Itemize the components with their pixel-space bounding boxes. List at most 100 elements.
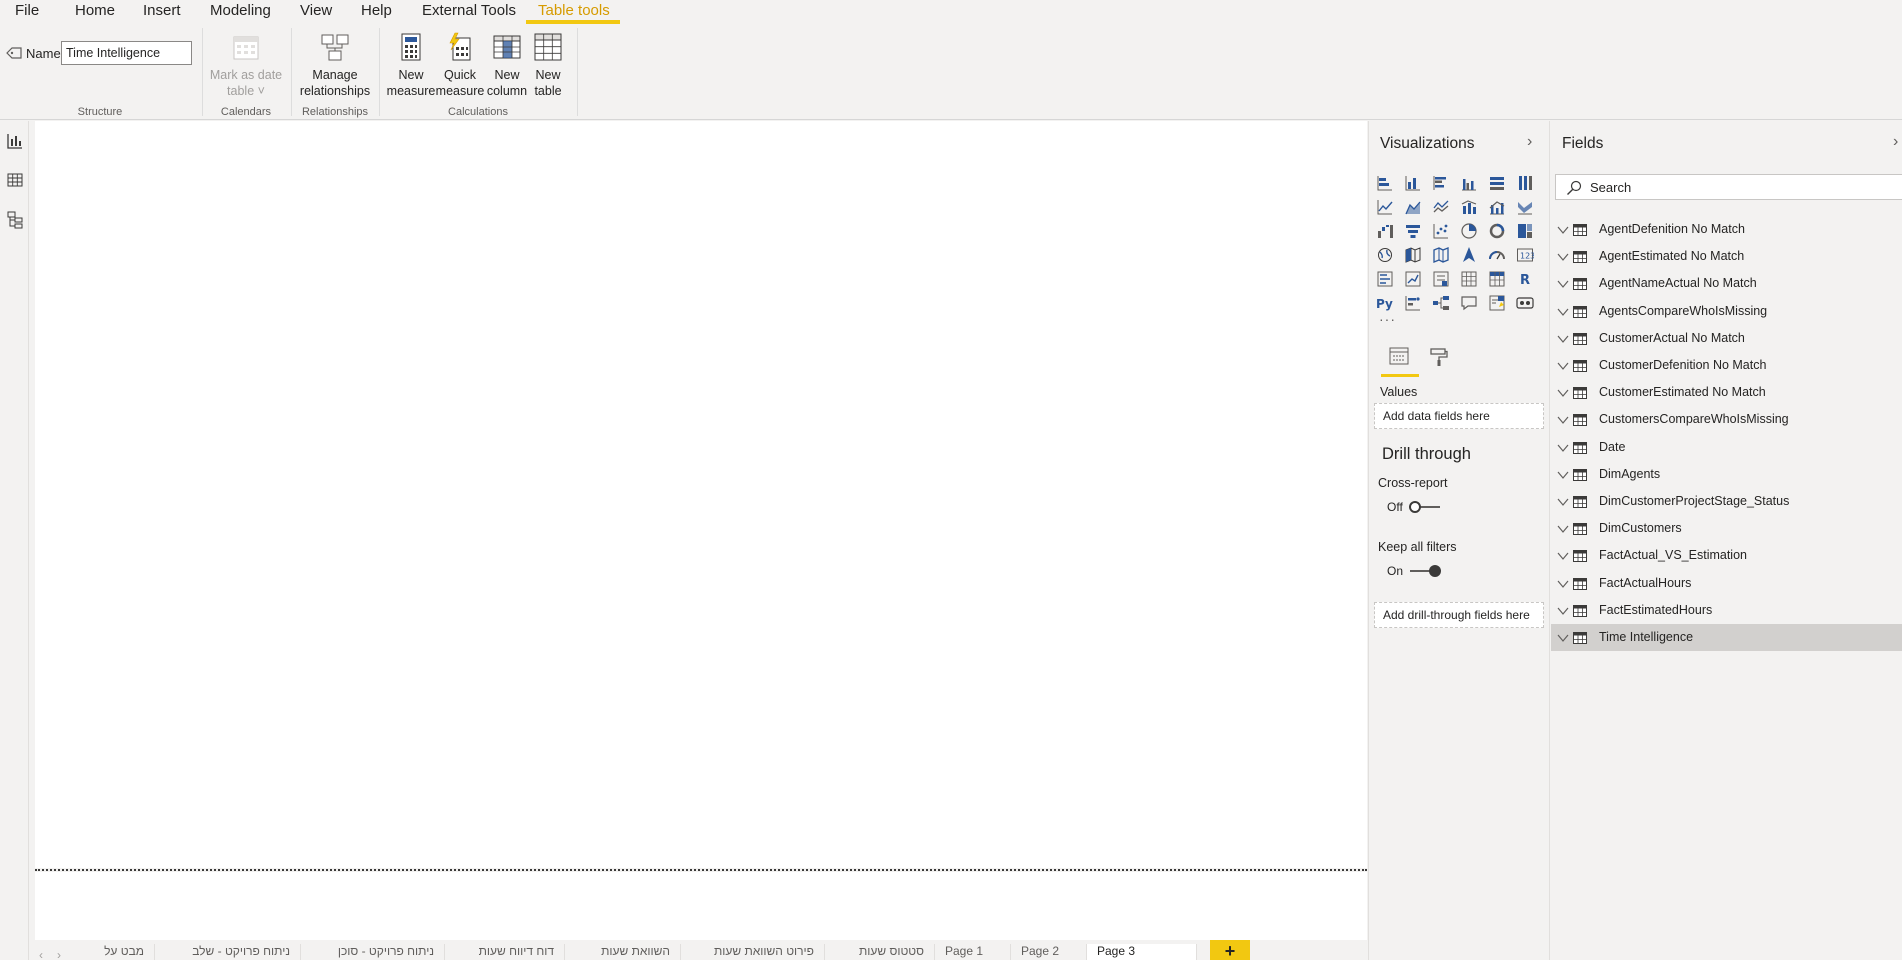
waterfall-chart-icon[interactable] bbox=[1376, 222, 1394, 240]
field-table-row[interactable]: AgentDefenition No Match bbox=[1551, 216, 1902, 243]
field-table-row[interactable]: FactActualHours bbox=[1551, 570, 1902, 597]
treemap-icon[interactable] bbox=[1516, 222, 1534, 240]
chevron-down-icon[interactable] bbox=[1557, 522, 1569, 537]
field-table-row[interactable]: AgentEstimated No Match bbox=[1551, 243, 1902, 270]
field-table-row[interactable]: Time Intelligence bbox=[1551, 624, 1902, 651]
quick-measure-button[interactable]: Quick measure bbox=[434, 32, 486, 99]
stacked-bar-chart-icon[interactable] bbox=[1376, 174, 1394, 192]
python-visual-icon[interactable]: Py bbox=[1376, 294, 1394, 312]
chevron-left-icon[interactable]: ‹ bbox=[39, 948, 43, 960]
chevron-down-icon[interactable] bbox=[1557, 277, 1569, 292]
gauge-icon[interactable] bbox=[1488, 246, 1506, 264]
scatter-chart-icon[interactable] bbox=[1432, 222, 1450, 240]
paginated-report-icon[interactable] bbox=[1516, 294, 1534, 312]
field-table-row[interactable]: AgentsCompareWhoIsMissing bbox=[1551, 298, 1902, 325]
chevron-down-icon[interactable] bbox=[1557, 332, 1569, 347]
line-and-column-chart-icon[interactable] bbox=[1460, 198, 1478, 216]
menu-external-tools[interactable]: External Tools bbox=[422, 2, 516, 19]
page-tab[interactable]: ניתוח פרויקט - שלב bbox=[155, 944, 301, 960]
chevron-down-icon[interactable] bbox=[1557, 577, 1569, 592]
page-tab[interactable]: סטטוס שעות bbox=[825, 944, 935, 960]
page-tab[interactable]: Page 1 bbox=[935, 944, 1011, 960]
line-chart-icon[interactable] bbox=[1376, 198, 1394, 216]
paint-roller-icon[interactable] bbox=[1429, 347, 1449, 370]
field-table-row[interactable]: DimAgents bbox=[1551, 461, 1902, 488]
menu-home[interactable]: Home bbox=[75, 2, 115, 19]
field-table-row[interactable]: AgentNameActual No Match bbox=[1551, 270, 1902, 297]
page-tab[interactable]: ניתוח פרויקט - סוכן bbox=[301, 944, 445, 960]
values-dropzone[interactable]: Add data fields here bbox=[1374, 403, 1544, 429]
azure-map-icon[interactable] bbox=[1460, 246, 1478, 264]
page-tab[interactable]: פירוט השוואת שעות bbox=[681, 944, 825, 960]
chevron-right-icon[interactable]: › bbox=[1893, 133, 1898, 151]
field-table-row[interactable]: CustomerActual No Match bbox=[1551, 325, 1902, 352]
100-bar-chart-icon[interactable] bbox=[1488, 174, 1506, 192]
decomposition-tree-icon[interactable] bbox=[1432, 294, 1450, 312]
shape-map-icon[interactable] bbox=[1432, 246, 1450, 264]
key-influencers-icon[interactable] bbox=[1404, 294, 1422, 312]
100-column-chart-icon[interactable] bbox=[1516, 174, 1534, 192]
page-tab[interactable]: דוח דיווח שעות bbox=[445, 944, 565, 960]
field-table-row[interactable]: CustomerDefenition No Match bbox=[1551, 352, 1902, 379]
new-measure-button[interactable]: New measure bbox=[385, 32, 437, 99]
chevron-right-icon[interactable]: › bbox=[1527, 133, 1532, 151]
report-canvas[interactable] bbox=[35, 121, 1367, 868]
report-view-icon[interactable] bbox=[7, 133, 23, 152]
map-icon[interactable] bbox=[1376, 246, 1394, 264]
chevron-down-icon[interactable] bbox=[1557, 549, 1569, 564]
r-visual-icon[interactable]: R bbox=[1516, 270, 1534, 288]
clustered-bar-chart-icon[interactable] bbox=[1432, 174, 1450, 192]
menu-file[interactable]: File bbox=[15, 2, 39, 19]
new-column-button[interactable]: New column bbox=[484, 32, 530, 99]
page-tab-current[interactable]: Page 3 bbox=[1087, 944, 1197, 960]
ribbon-chart-icon[interactable] bbox=[1516, 198, 1534, 216]
card-icon[interactable]: 123 bbox=[1516, 246, 1535, 264]
chevron-down-icon[interactable] bbox=[1557, 250, 1569, 265]
field-table-row[interactable]: Date bbox=[1551, 434, 1902, 461]
pie-chart-icon[interactable] bbox=[1460, 222, 1478, 240]
menu-modeling[interactable]: Modeling bbox=[210, 2, 271, 19]
menu-insert[interactable]: Insert bbox=[143, 2, 181, 19]
kpi-icon[interactable] bbox=[1404, 270, 1422, 288]
donut-chart-icon[interactable] bbox=[1488, 222, 1506, 240]
table-name-input[interactable] bbox=[61, 41, 192, 65]
stacked-column-chart-icon[interactable] bbox=[1404, 174, 1422, 192]
slicer-icon[interactable] bbox=[1432, 270, 1450, 288]
more-visuals-icon[interactable]: ··· bbox=[1379, 311, 1396, 327]
clustered-column-chart-icon[interactable] bbox=[1460, 174, 1478, 192]
fields-search-input[interactable]: Search bbox=[1555, 174, 1902, 200]
field-table-row[interactable]: CustomersCompareWhoIsMissing bbox=[1551, 406, 1902, 433]
table-visual-icon[interactable] bbox=[1460, 270, 1478, 288]
menu-help[interactable]: Help bbox=[361, 2, 392, 19]
chevron-down-icon[interactable] bbox=[1557, 495, 1569, 510]
page-tab[interactable]: השוואת שעות bbox=[565, 944, 681, 960]
page-tab[interactable]: מבט על bbox=[73, 944, 155, 960]
qna-icon[interactable] bbox=[1460, 294, 1478, 312]
smart-narrative-icon[interactable] bbox=[1488, 294, 1506, 312]
line-and-clustered-column-icon[interactable] bbox=[1488, 198, 1506, 216]
chevron-down-icon[interactable] bbox=[1557, 604, 1569, 619]
manage-relationships-button[interactable]: Manage relationships bbox=[295, 32, 375, 99]
new-table-button[interactable]: New table bbox=[526, 32, 570, 99]
fields-well-icon[interactable] bbox=[1389, 347, 1409, 368]
chevron-down-icon[interactable] bbox=[1557, 305, 1569, 320]
chevron-down-icon[interactable] bbox=[1557, 223, 1569, 238]
chevron-down-icon[interactable] bbox=[1557, 359, 1569, 374]
data-view-icon[interactable] bbox=[7, 172, 23, 191]
chevron-right-icon[interactable]: › bbox=[57, 948, 61, 960]
chevron-down-icon[interactable] bbox=[1557, 631, 1569, 646]
drill-through-dropzone[interactable]: Add drill-through fields here bbox=[1374, 602, 1544, 628]
matrix-icon[interactable] bbox=[1488, 270, 1506, 288]
stacked-area-chart-icon[interactable] bbox=[1432, 198, 1450, 216]
chevron-down-icon[interactable] bbox=[1557, 468, 1569, 483]
field-table-row[interactable]: DimCustomers bbox=[1551, 515, 1902, 542]
add-page-button[interactable]: + bbox=[1210, 940, 1250, 960]
multi-row-card-icon[interactable] bbox=[1376, 270, 1394, 288]
chevron-down-icon[interactable] bbox=[1557, 413, 1569, 428]
chevron-down-icon[interactable] bbox=[1557, 441, 1569, 456]
field-table-row[interactable]: FactActual_VS_Estimation bbox=[1551, 542, 1902, 569]
page-tab[interactable]: Page 2 bbox=[1011, 944, 1087, 960]
field-table-row[interactable]: DimCustomerProjectStage_Status bbox=[1551, 488, 1902, 515]
filled-map-icon[interactable] bbox=[1404, 246, 1422, 264]
menu-table-tools[interactable]: Table tools bbox=[538, 2, 610, 19]
